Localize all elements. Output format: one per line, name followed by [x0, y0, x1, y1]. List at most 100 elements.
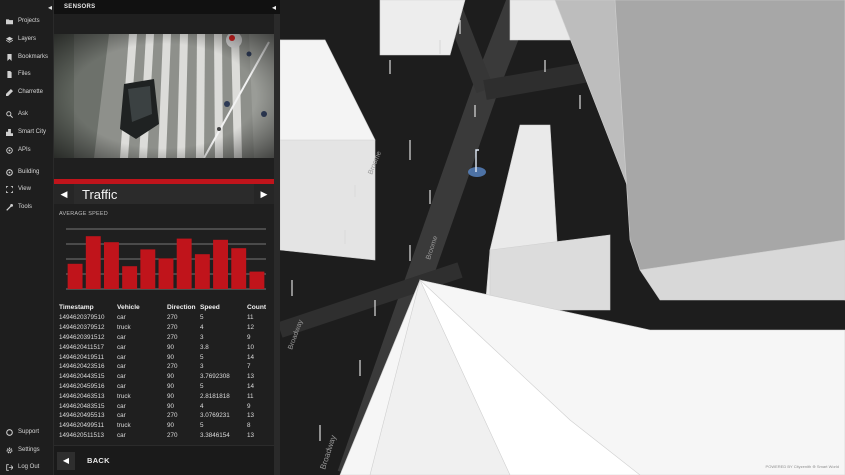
next-sensor-button[interactable]: ▶: [254, 184, 274, 204]
nav-item-layers[interactable]: Layers: [0, 32, 54, 46]
table-cell: 5: [200, 382, 204, 390]
left-nav: Projects Layers Bookmarks Files Charrett…: [0, 0, 54, 475]
column-header: Count: [247, 304, 267, 311]
layers-icon: [5, 35, 14, 44]
table-cell: 1494620379510: [59, 314, 105, 322]
nav-item-charrette[interactable]: Charrette: [0, 85, 54, 99]
chevron-left-icon[interactable]: ◂: [44, 0, 56, 14]
nav-item-label: Layers: [18, 36, 37, 42]
table-cell: 2.8181818: [200, 392, 230, 400]
city-icon: [5, 128, 14, 137]
table-cell: 3.8: [200, 343, 209, 351]
table-cell: car: [117, 412, 126, 420]
table-cell: 90: [167, 382, 175, 390]
nav-item-tools[interactable]: Tools: [0, 200, 54, 214]
map-view[interactable]: Broome Broome Broadway Broadway POWERED …: [280, 0, 845, 475]
nav-item-label: Files: [18, 71, 31, 77]
nav-item-ask[interactable]: Ask: [0, 107, 54, 121]
metric-label: AVERAGE SPEED: [59, 211, 108, 217]
table-cell: 270: [167, 363, 178, 371]
nav-item-label: Support: [18, 429, 40, 435]
table-cell: 270: [167, 431, 178, 439]
support-icon: [5, 428, 14, 437]
nav-item-view[interactable]: View: [0, 182, 54, 196]
chart-bar: [67, 263, 83, 289]
chart-bar: [231, 248, 247, 289]
table-cell: 1494620411517: [59, 343, 105, 351]
table-cell: 1494620391512: [59, 333, 105, 341]
sensor-selector: ◀ Traffic ▶: [54, 184, 274, 204]
table-cell: 270: [167, 314, 178, 322]
api-icon: [5, 146, 14, 155]
prev-sensor-button[interactable]: ◀: [54, 184, 74, 204]
column-header: Speed: [200, 304, 220, 311]
folder-icon: [5, 17, 14, 26]
table-row: 1494620463513 truck 90 2.8181818 11: [59, 391, 274, 401]
table-cell: 11: [247, 314, 254, 322]
nav-item-label: Smart City: [18, 129, 47, 135]
nav-item-smart-city[interactable]: Smart City: [0, 125, 54, 139]
building-icon: [5, 168, 14, 177]
table-cell: 1494620419511: [59, 353, 105, 361]
table-cell: 5: [200, 314, 204, 322]
chart-bar: [176, 238, 192, 289]
table-cell: 14: [247, 353, 255, 361]
table-cell: 270: [167, 412, 178, 420]
nav-item-settings[interactable]: Settings: [0, 443, 54, 457]
table-cell: 3.3846154: [200, 431, 230, 439]
table-row: 1494620379510 car 270 5 11: [59, 313, 274, 323]
average-speed-chart: [66, 228, 266, 290]
table-cell: 9: [247, 402, 251, 410]
chart-bar: [158, 258, 174, 289]
table-cell: 270: [167, 324, 178, 332]
table-cell: truck: [117, 422, 131, 430]
table-header-row: Timestamp Vehicle Direction Speed Count: [59, 302, 274, 313]
table-cell: 13: [247, 412, 255, 420]
table-cell: 1494620379512: [59, 324, 105, 332]
chart-bar: [122, 266, 138, 289]
table-cell: car: [117, 402, 126, 410]
table-cell: car: [117, 382, 126, 390]
nav-item-projects[interactable]: Projects: [0, 14, 54, 28]
table-row: 1494620459516 car 90 5 14: [59, 382, 274, 392]
panel-header: ◂ SENSORS ◂: [48, 0, 280, 14]
nav-item-label: Tools: [18, 204, 33, 210]
nav-item-label: Building: [18, 169, 40, 175]
table-cell: 10: [247, 343, 255, 351]
table-cell: 3: [200, 363, 204, 371]
table-cell: 3: [200, 333, 204, 341]
table-cell: car: [117, 373, 126, 381]
column-header: Timestamp: [59, 304, 94, 311]
nav-item-label: View: [18, 186, 31, 192]
table-cell: truck: [117, 392, 131, 400]
nav-item-bookmarks[interactable]: Bookmarks: [0, 50, 54, 64]
file-icon: [5, 70, 14, 79]
table-cell: 90: [167, 353, 175, 361]
nav-item-support[interactable]: Support: [0, 425, 54, 439]
logout-icon: [5, 463, 14, 472]
nav-item-apis[interactable]: APIs: [0, 143, 54, 157]
table-cell: 1494620423516: [59, 363, 105, 371]
nav-item-label: APIs: [18, 147, 31, 153]
chart-bar: [194, 254, 210, 289]
nav-item-logout[interactable]: Log Out: [0, 460, 54, 474]
back-bar[interactable]: ◀ BACK: [54, 445, 274, 475]
nav-item-label: Ask: [18, 111, 29, 117]
app-root: { "nav": { "items": [ {"label": "Project…: [0, 0, 845, 475]
table-body: 1494620379510 car 270 5 11 1494620379512 truck…: [59, 313, 274, 440]
chart-bar: [213, 239, 228, 289]
nav-item-label: Settings: [18, 447, 40, 453]
table-cell: car: [117, 363, 126, 371]
nav-item-files[interactable]: Files: [0, 67, 54, 81]
table-row: 1494620495513 car 270 3.0769231 13: [59, 411, 274, 421]
camera-feed-image: [54, 34, 274, 158]
table-cell: 90: [167, 373, 175, 381]
table-row: 1494620511513 car 270 3.3846154 13: [59, 431, 274, 441]
collapse-panel-button[interactable]: ◂: [270, 0, 278, 14]
nav-item-building[interactable]: Building: [0, 165, 54, 179]
gear-icon: [5, 446, 14, 455]
table-cell: 1494620443515: [59, 373, 105, 381]
table-row: 1494620423516 car 270 3 7: [59, 362, 274, 372]
table-cell: 9: [247, 333, 251, 341]
chart-bar: [249, 271, 265, 289]
